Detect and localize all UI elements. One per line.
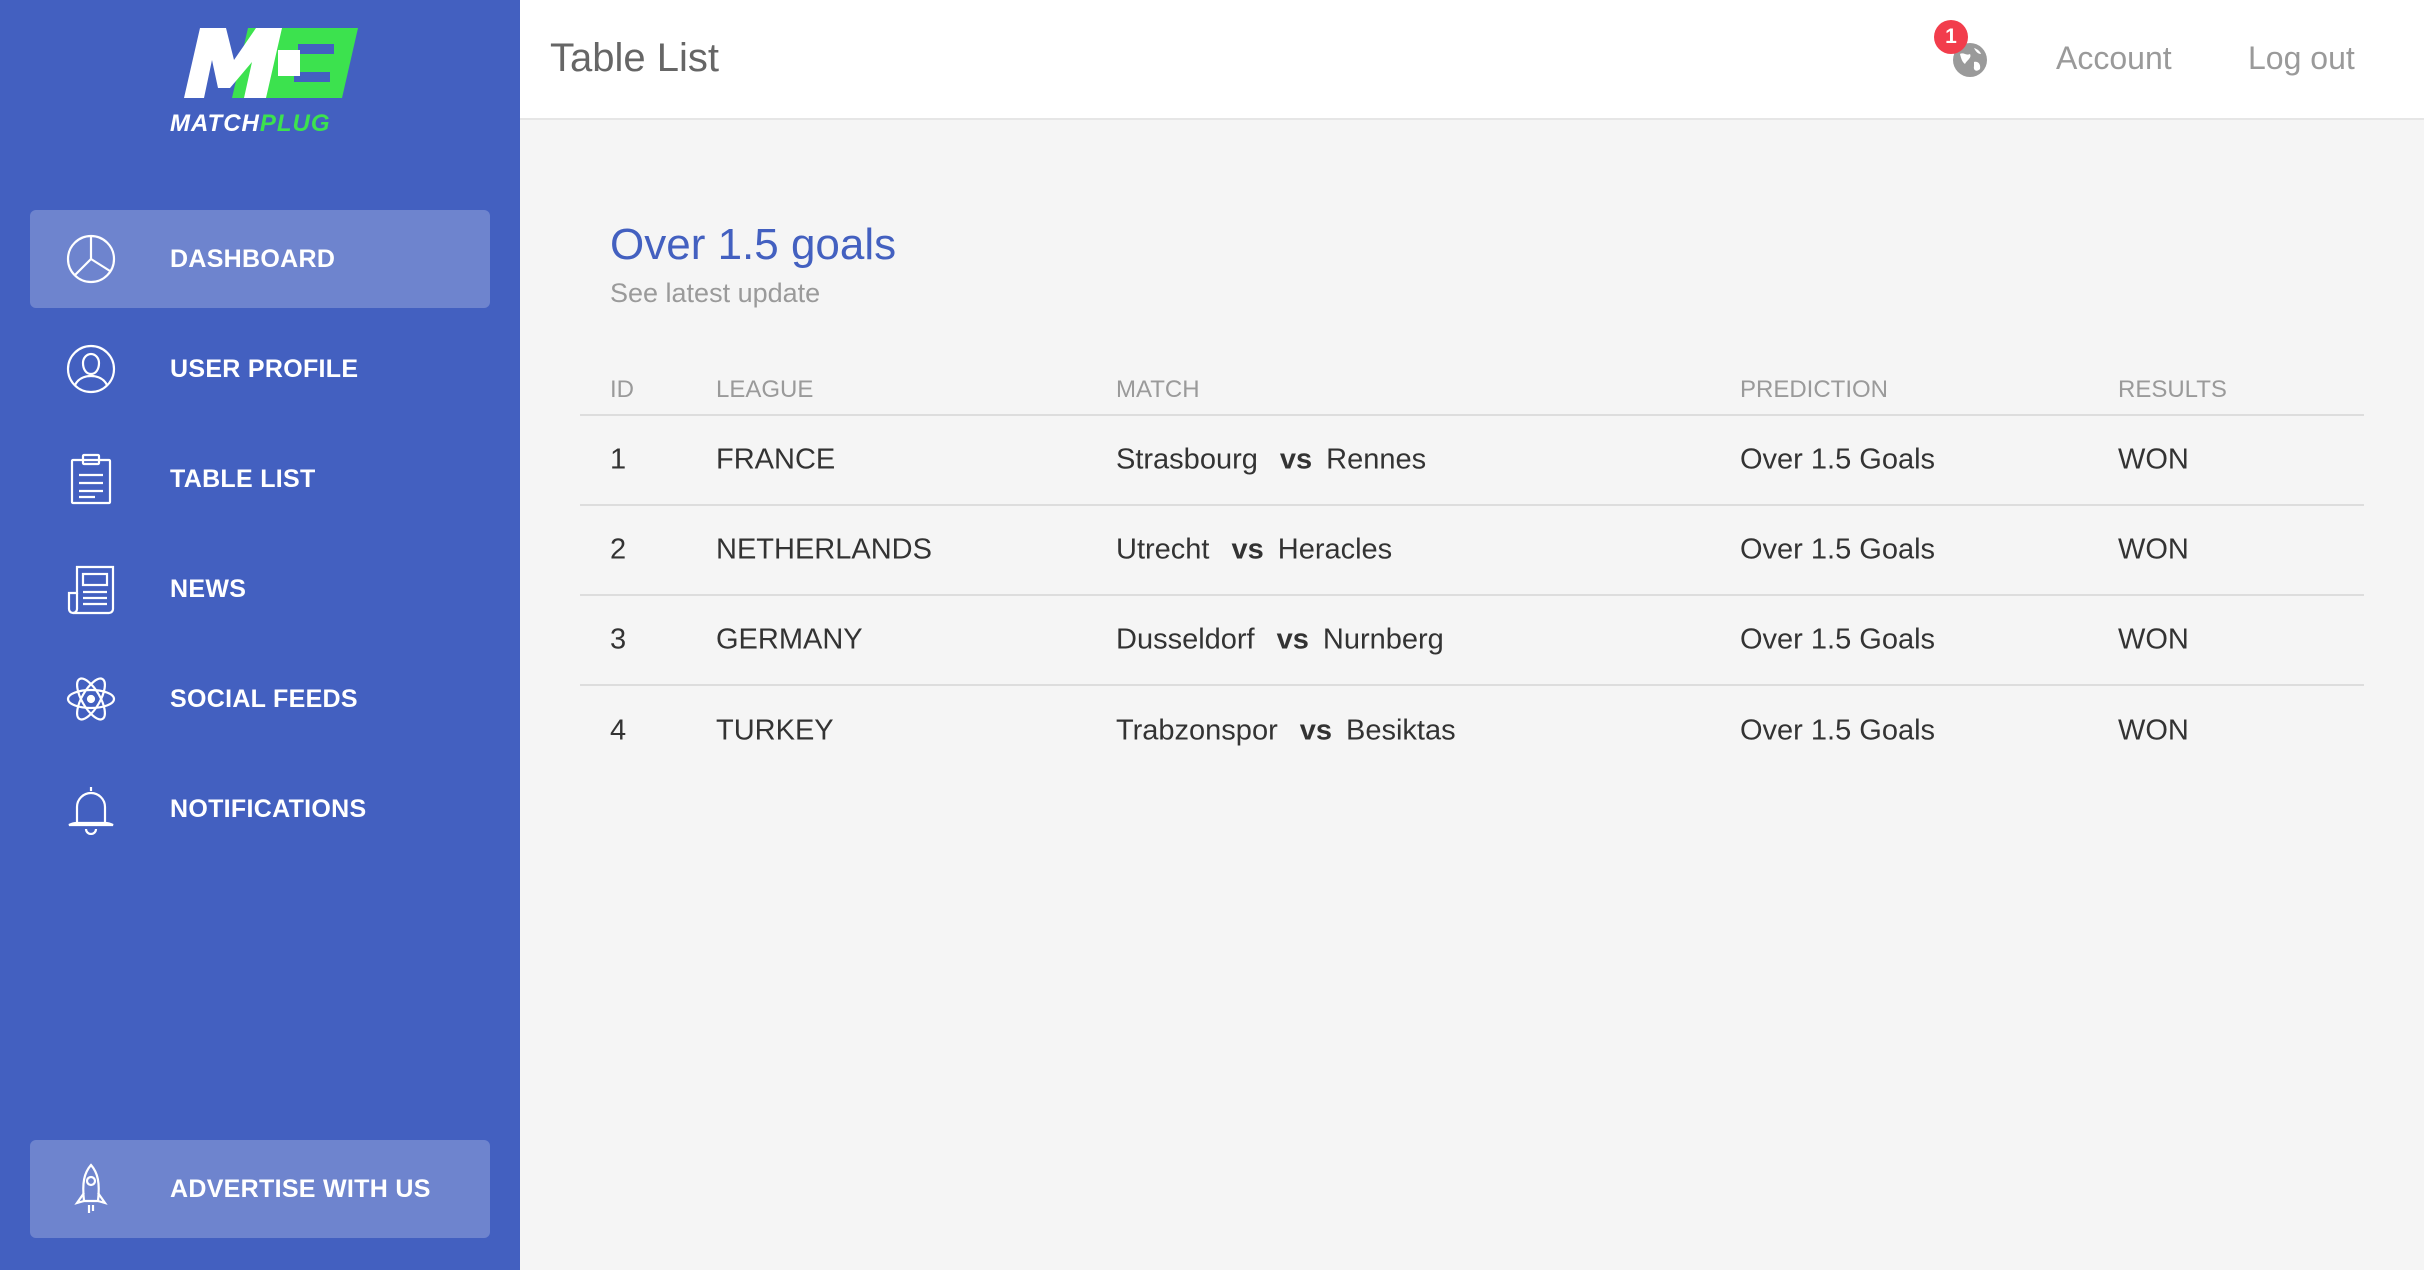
sidebar-nav: DASHBOARD USER PROFILE TABLE LIST NEWS S… — [30, 210, 490, 870]
away-team: Rennes — [1326, 443, 1427, 476]
sidebar: MATCHPLUG DASHBOARD USER PROFILE TABLE L… — [0, 0, 520, 1270]
cell-id: 3 — [610, 623, 627, 656]
page-title: Table List — [550, 36, 719, 80]
cell-league: GERMANY — [716, 623, 863, 656]
main-content: Over 1.5 goals See latest update ID LEAG… — [520, 120, 2424, 1270]
table-header-row: ID LEAGUE MATCH PREDICTION RESULTS — [580, 352, 2364, 416]
cell-id: 1 — [610, 443, 627, 476]
logout-link[interactable]: Log out — [2248, 40, 2355, 77]
sidebar-item-news[interactable]: NEWS — [30, 540, 490, 638]
table-row: 1 FRANCE Strasbourg vs Rennes Over 1.5 Goa… — [580, 416, 2364, 506]
column-header-results: RESULTS — [2118, 376, 2227, 403]
notification-badge: 1 — [1934, 20, 1968, 54]
card-title: Over 1.5 goals — [610, 220, 897, 269]
advertise-with-us-button[interactable]: ADVERTISE WITH US — [30, 1140, 490, 1238]
user-icon — [64, 342, 118, 396]
vs-label: vs — [1279, 443, 1313, 476]
cell-id: 4 — [610, 714, 627, 747]
table-row: 2 NETHERLANDS Utrecht vs Heracles Over 1.5… — [580, 506, 2364, 596]
cell-match: Utrecht vs Heracles — [1116, 534, 1392, 567]
cell-prediction: Over 1.5 Goals — [1740, 623, 1936, 656]
matchplug-wordmark: MATCHPLUG — [170, 110, 331, 137]
sidebar-item-label: SOCIAL FEEDS — [170, 684, 358, 713]
sidebar-item-label: DASHBOARD — [170, 244, 336, 273]
card-subtitle: See latest update — [610, 278, 821, 308]
vs-label: vs — [1299, 714, 1332, 747]
cell-result: WON — [2118, 714, 2189, 747]
newspaper-icon — [64, 562, 118, 616]
cell-prediction: Over 1.5 Goals — [1740, 714, 1936, 747]
sidebar-item-dashboard[interactable]: DASHBOARD — [30, 210, 490, 308]
home-team: Strasbourg — [1116, 443, 1258, 476]
column-header-match: MATCH — [1116, 376, 1200, 403]
cell-result: WON — [2118, 533, 2189, 566]
matchplug-logo[interactable]: MATCHPLUG — [160, 24, 360, 144]
cell-prediction: Over 1.5 Goals — [1740, 533, 1936, 566]
atom-icon — [64, 672, 118, 726]
home-team: Dusseldorf — [1116, 623, 1255, 656]
table-row: 3 GERMANY Dusseldorf vs Nurnberg Over 1.5 … — [580, 596, 2364, 686]
column-header-id: ID — [610, 376, 634, 403]
home-team: Utrecht — [1116, 533, 1210, 566]
pie-chart-icon — [64, 232, 118, 286]
home-team: Trabzonspor — [1116, 714, 1278, 747]
cell-result: WON — [2118, 443, 2189, 476]
vs-label: vs — [1231, 533, 1264, 566]
predictions-table: ID LEAGUE MATCH PREDICTION RESULTS 1 FRA… — [580, 352, 2364, 776]
cell-prediction: Over 1.5 Goals — [1740, 443, 1936, 476]
app: MATCHPLUG DASHBOARD USER PROFILE TABLE L… — [0, 0, 2424, 1270]
sidebar-item-social-feeds[interactable]: SOCIAL FEEDS — [30, 650, 490, 748]
cell-match: Trabzonspor vs Besiktas — [1116, 715, 1456, 748]
away-team: Besiktas — [1346, 714, 1456, 747]
column-header-prediction: PREDICTION — [1740, 376, 1889, 403]
advertise-label: ADVERTISE WITH US — [170, 1174, 431, 1203]
bell-icon — [64, 782, 118, 836]
cell-league: FRANCE — [716, 443, 836, 476]
clipboard-icon — [64, 452, 118, 506]
cell-result: WON — [2118, 623, 2189, 656]
sidebar-item-table-list[interactable]: TABLE LIST — [30, 430, 490, 528]
cell-match: Strasbourg vs Rennes — [1116, 444, 1426, 477]
account-link[interactable]: Account — [2056, 40, 2172, 77]
matchplug-logo-mark — [184, 28, 358, 98]
column-header-league: LEAGUE — [716, 376, 814, 403]
rocket-icon — [64, 1162, 118, 1216]
away-team: Nurnberg — [1322, 623, 1444, 656]
top-header: Table List 1 Account Log out — [520, 0, 2424, 120]
cell-league: TURKEY — [716, 714, 834, 747]
sidebar-item-user-profile[interactable]: USER PROFILE — [30, 320, 490, 418]
table-row: 4 TURKEY Trabzonspor vs Besiktas Over 1.5 … — [580, 686, 2364, 776]
vs-label: vs — [1276, 623, 1309, 656]
cell-match: Dusseldorf vs Nurnberg — [1116, 624, 1444, 657]
sidebar-item-label: USER PROFILE — [170, 354, 359, 383]
cell-league: NETHERLANDS — [716, 533, 932, 566]
sidebar-item-label: NEWS — [170, 574, 247, 603]
sidebar-item-label: NOTIFICATIONS — [170, 794, 367, 823]
sidebar-item-label: TABLE LIST — [170, 464, 316, 493]
sidebar-item-notifications[interactable]: NOTIFICATIONS — [30, 760, 490, 858]
cell-id: 2 — [610, 533, 627, 566]
away-team: Heracles — [1277, 533, 1393, 566]
